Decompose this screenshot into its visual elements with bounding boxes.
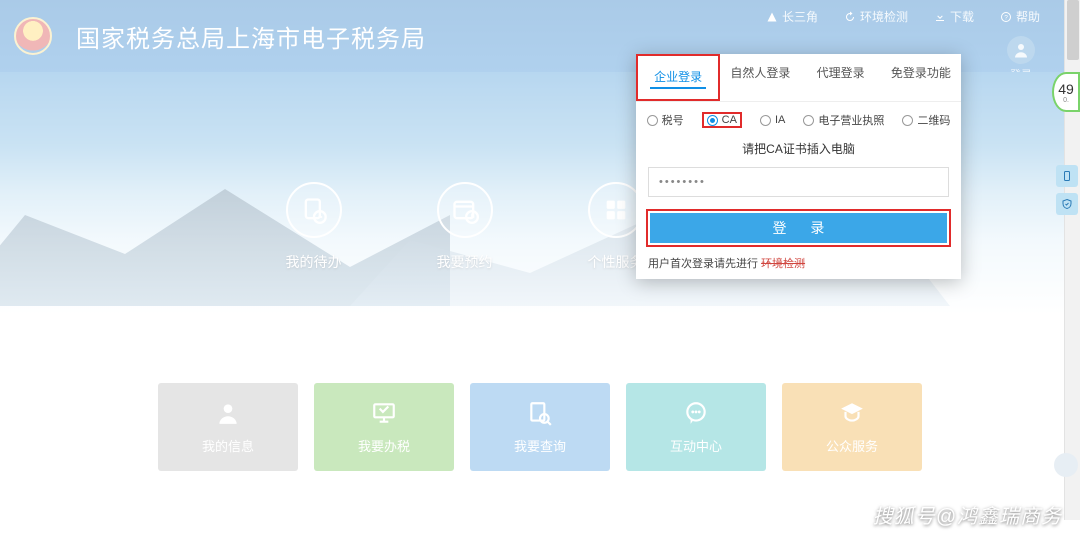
login-tabs: 企业登录 自然人登录 代理登录 免登录功能 — [636, 54, 961, 102]
radio-icon — [803, 115, 814, 126]
topnav-label: 下载 — [950, 8, 974, 25]
radio-tax-number[interactable]: 税号 — [647, 112, 684, 128]
hero-item-label: 我的待办 — [286, 252, 342, 272]
tab-label: 企业登录 — [650, 66, 706, 89]
monitor-icon — [371, 400, 397, 426]
avatar-icon — [1007, 36, 1035, 64]
radio-label: 电子营业执照 — [818, 112, 884, 128]
radio-e-license[interactable]: 电子营业执照 — [803, 112, 884, 128]
tab-no-login[interactable]: 免登录功能 — [881, 54, 961, 101]
topnav-label: 帮助 — [1016, 8, 1040, 25]
tab-agent-login[interactable]: 代理登录 — [801, 54, 881, 101]
clipboard-clock-icon — [286, 182, 342, 238]
help-icon: ? — [1000, 11, 1012, 23]
hero-item-todo[interactable]: 我的待办 — [286, 182, 342, 272]
radio-qrcode[interactable]: 二维码 — [902, 112, 950, 128]
first-login-prefix: 用户首次登录请先进行 — [648, 258, 758, 270]
tab-label: 免登录功能 — [891, 66, 951, 80]
radio-ia[interactable]: IA — [760, 112, 785, 128]
env-check-link[interactable]: 环境检测 — [761, 258, 805, 270]
ca-insert-hint: 请把CA证书插入电脑 — [636, 136, 961, 167]
chat-icon — [683, 400, 709, 426]
scrollbar-thumb[interactable] — [1067, 0, 1079, 60]
password-value: •••••••• — [659, 176, 706, 188]
login-method-radios: 税号 CA IA 电子营业执照 二维码 — [636, 102, 961, 136]
radio-icon — [760, 115, 771, 126]
first-login-hint: 用户首次登录请先进行 环境检测 — [636, 253, 961, 275]
card-label: 我的信息 — [202, 436, 254, 455]
refresh-icon — [844, 11, 856, 23]
cards-row: 我的信息 我要办税 我要查询 互动中心 公众服务 — [0, 383, 1080, 471]
calendar-clock-icon — [437, 182, 493, 238]
login-panel: 企业登录 自然人登录 代理登录 免登录功能 税号 CA IA 电子营业执照 二维… — [636, 54, 961, 279]
graduate-icon — [839, 400, 865, 426]
tab-natural-person-login[interactable]: 自然人登录 — [720, 54, 800, 101]
topnav-item-env-check[interactable]: 环境检测 — [844, 8, 908, 25]
topnav-label: 环境检测 — [860, 8, 908, 25]
radio-label: 税号 — [662, 112, 684, 128]
card-label: 我要查询 — [514, 436, 566, 455]
float-phone-button[interactable] — [1056, 165, 1078, 187]
password-input[interactable]: •••••••• — [648, 167, 949, 197]
tab-enterprise-login[interactable]: 企业登录 — [636, 54, 720, 101]
radio-icon — [902, 115, 913, 126]
radio-label: CA — [722, 114, 737, 126]
topnav-item-download[interactable]: 下载 — [934, 8, 974, 25]
site-logo — [14, 17, 52, 55]
card-label: 我要办税 — [358, 436, 410, 455]
login-button[interactable]: 登 录 — [650, 213, 947, 243]
card-label: 公众服务 — [826, 436, 878, 455]
float-badge[interactable]: 49 0. — [1052, 72, 1080, 112]
login-button-highlight: 登 录 — [646, 209, 951, 247]
topnav-label: 长三角 — [782, 8, 818, 25]
float-buttons — [1056, 165, 1078, 221]
hero-item-label: 我要预约 — [437, 252, 493, 272]
card-interaction[interactable]: 互动中心 — [626, 383, 766, 471]
card-public-service[interactable]: 公众服务 — [782, 383, 922, 471]
topnav-item-help[interactable]: ? 帮助 — [1000, 8, 1040, 25]
radio-icon — [647, 115, 658, 126]
tab-label: 代理登录 — [817, 66, 865, 80]
card-my-info[interactable]: 我的信息 — [158, 383, 298, 471]
radio-ca[interactable]: CA — [702, 112, 742, 128]
radio-label: 二维码 — [917, 112, 950, 128]
float-badge-number: 49 — [1058, 81, 1074, 97]
site-title: 国家税务总局上海市电子税务局 — [76, 19, 426, 54]
card-query[interactable]: 我要查询 — [470, 383, 610, 471]
card-do-tax[interactable]: 我要办税 — [314, 383, 454, 471]
svg-text:?: ? — [1004, 14, 1008, 21]
tab-label: 自然人登录 — [730, 66, 790, 80]
separator — [0, 316, 1080, 328]
radio-icon — [707, 115, 718, 126]
topnav-item-changsanjiao[interactable]: 长三角 — [766, 8, 818, 25]
float-shield-button[interactable] — [1056, 193, 1078, 215]
float-badge-sub: 0. — [1063, 97, 1069, 104]
top-nav: 长三角 环境检测 下载 ? 帮助 — [766, 8, 1040, 25]
watermark: 搜狐号@鸿鑫瑞商务 — [873, 500, 1062, 529]
download-icon — [934, 11, 946, 23]
card-label: 互动中心 — [670, 436, 722, 455]
radio-label: IA — [775, 114, 785, 126]
document-search-icon — [527, 400, 553, 426]
triangle-icon — [766, 11, 778, 23]
user-icon — [215, 400, 241, 426]
float-circle[interactable] — [1054, 453, 1078, 477]
hero-item-appointment[interactable]: 我要预约 — [437, 182, 493, 272]
